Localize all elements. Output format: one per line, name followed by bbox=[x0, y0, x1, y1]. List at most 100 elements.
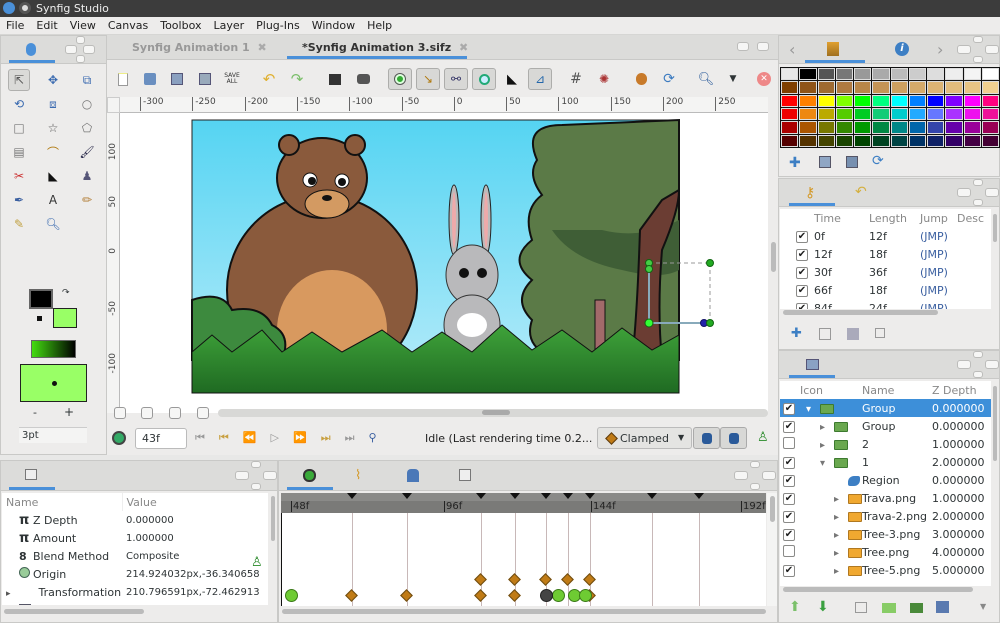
palette-swatch[interactable] bbox=[945, 94, 963, 107]
width-decrease-button[interactable]: - bbox=[33, 406, 37, 419]
chevron-left-icon[interactable]: ‹ bbox=[789, 40, 795, 59]
save-palette-button[interactable] bbox=[846, 156, 858, 168]
duplicate-layer-button[interactable] bbox=[855, 602, 867, 613]
keyframe-jump-link[interactable]: (JMP) bbox=[920, 245, 957, 263]
polygon-tool-button[interactable]: ⬠ bbox=[76, 117, 98, 139]
save-all-button[interactable]: SAVE ALL bbox=[220, 68, 244, 90]
toggle-onion-button[interactable]: ◣ bbox=[500, 68, 524, 90]
palette-swatch[interactable] bbox=[981, 107, 999, 121]
layer-name[interactable]: Tree-3.png bbox=[862, 525, 932, 543]
waypoint[interactable] bbox=[474, 589, 487, 602]
future-keyframes-lock-button[interactable] bbox=[720, 427, 747, 449]
menu-help[interactable]: Help bbox=[361, 17, 398, 35]
palette-swatch[interactable] bbox=[908, 107, 926, 121]
expander-open-icon[interactable]: ▾ bbox=[820, 458, 834, 469]
palette-swatch[interactable] bbox=[799, 68, 817, 81]
palette-swatch[interactable] bbox=[908, 94, 926, 107]
timetrack-area[interactable] bbox=[281, 513, 766, 606]
palette-swatch[interactable] bbox=[835, 94, 853, 107]
tab-synfig-animation-1[interactable]: Synfig Animation 1 ✖ bbox=[132, 35, 267, 60]
dock-handle[interactable] bbox=[235, 461, 277, 490]
reset-colors-icon[interactable] bbox=[37, 316, 42, 321]
palette-swatch[interactable] bbox=[854, 107, 872, 121]
keyframe-active-checkbox[interactable]: ✔ bbox=[796, 249, 808, 261]
stop-render-button[interactable]: ✕ bbox=[752, 68, 776, 90]
keyframes-tab-icon[interactable]: ⚷ bbox=[805, 185, 815, 201]
palette-swatch[interactable] bbox=[799, 107, 817, 121]
palette-swatch[interactable] bbox=[963, 94, 981, 107]
layer-row[interactable]: ✔ Region 0.000000 bbox=[780, 471, 991, 489]
dock-handle[interactable] bbox=[957, 179, 999, 207]
layer-name[interactable]: 1 bbox=[862, 453, 932, 471]
zoom-fit-button[interactable] bbox=[169, 407, 181, 419]
palette-swatch[interactable] bbox=[781, 121, 799, 134]
toggle-width-ducks-button[interactable] bbox=[472, 68, 496, 90]
layer-row[interactable]: ✔ ▸ Tree-3.png 3.000000 bbox=[780, 525, 991, 543]
menu-edit[interactable]: Edit bbox=[30, 17, 63, 35]
layer-row[interactable]: ✔ ▾ 1 2.000000 bbox=[780, 453, 991, 471]
save-as-button[interactable] bbox=[193, 68, 217, 90]
expander-closed-icon[interactable]: ▸ bbox=[6, 589, 11, 599]
palette-swatch[interactable] bbox=[854, 81, 872, 94]
palette-swatch[interactable] bbox=[799, 121, 817, 134]
palette-swatch[interactable] bbox=[835, 121, 853, 134]
palette-swatch[interactable] bbox=[835, 134, 853, 147]
keyframe-active-checkbox[interactable]: ✔ bbox=[796, 285, 808, 297]
add-color-button[interactable]: ✚ bbox=[789, 155, 801, 171]
keyframe-row[interactable]: ✔ 12f 18f (JMP) bbox=[780, 245, 991, 263]
add-keyframe-button[interactable]: ✚ bbox=[791, 326, 802, 341]
gradient-tool-button[interactable]: ▤ bbox=[8, 141, 30, 163]
canvas-vscrollbar[interactable] bbox=[768, 97, 778, 413]
spline-tool-button[interactable]: ⌒ bbox=[42, 141, 64, 163]
params-tab-icon[interactable] bbox=[25, 469, 37, 480]
fill-tool-button[interactable]: 🖌︎ bbox=[76, 141, 98, 163]
palette-swatch[interactable] bbox=[981, 134, 999, 147]
palette-swatch[interactable] bbox=[817, 68, 835, 81]
waypoint[interactable] bbox=[583, 573, 596, 586]
keyframe-jump-link[interactable]: (JMP) bbox=[920, 263, 957, 281]
brush-tool-button[interactable]: ✎ bbox=[8, 213, 30, 235]
cutout-tool-button[interactable]: ✂ bbox=[8, 165, 30, 187]
timetrack-vscrollbar[interactable] bbox=[767, 493, 777, 606]
import-palette-button[interactable] bbox=[819, 156, 831, 168]
layer-row[interactable]: ✔ ▾ Group 0.000000 bbox=[780, 399, 991, 417]
dock-handle[interactable] bbox=[734, 461, 776, 490]
expander-closed-icon[interactable]: ▸ bbox=[834, 494, 848, 505]
palette-swatch[interactable] bbox=[854, 68, 872, 81]
palette-swatch[interactable] bbox=[781, 81, 799, 94]
waypoint[interactable] bbox=[508, 573, 521, 586]
toggle-low-res-button[interactable] bbox=[629, 68, 653, 90]
palette-swatch[interactable] bbox=[890, 107, 908, 121]
menu-layer[interactable]: Layer bbox=[207, 17, 250, 35]
keyframe-marker[interactable] bbox=[347, 493, 357, 499]
layer-row[interactable]: ▸ 2 1.000000 bbox=[780, 435, 991, 453]
palette-swatch[interactable] bbox=[799, 81, 817, 94]
layer-name[interactable]: 2 bbox=[862, 435, 932, 453]
layer-visibility-checkbox[interactable] bbox=[783, 544, 795, 557]
layer-row[interactable]: ▸ Tree.png 4.000000 bbox=[780, 543, 991, 561]
show-grid-button[interactable]: # bbox=[564, 68, 588, 90]
waypoint[interactable] bbox=[539, 573, 552, 586]
layer-visibility-checkbox[interactable]: ✔ bbox=[783, 529, 795, 541]
param-row[interactable]: 8 Blend Method Composite bbox=[2, 547, 268, 565]
seek-begin-button[interactable]: ⏮ bbox=[195, 431, 219, 444]
palette-swatch[interactable] bbox=[927, 121, 945, 134]
scroll-thumb[interactable] bbox=[482, 410, 510, 415]
params-hscrollbar[interactable] bbox=[4, 609, 144, 614]
waypoint-mixed[interactable] bbox=[540, 589, 553, 602]
circle-tool-button[interactable]: ○ bbox=[76, 93, 98, 115]
mirror-tool-button[interactable]: ⧈ bbox=[42, 93, 64, 115]
history-tab-icon[interactable]: ↶ bbox=[855, 184, 867, 200]
seek-end-button[interactable]: ⏭ bbox=[345, 431, 369, 444]
param-row[interactable]: Canvas <Group> bbox=[2, 601, 268, 605]
palette-swatch[interactable] bbox=[872, 121, 890, 134]
time-ruler[interactable]: 48f 96f 144f 192f bbox=[281, 493, 766, 513]
layer-name[interactable]: Group bbox=[862, 399, 932, 417]
toggle-tangent-ducks-button[interactable]: ↘ bbox=[416, 68, 440, 90]
waypoint[interactable] bbox=[561, 573, 574, 586]
play-button[interactable]: ▷ bbox=[271, 431, 293, 444]
palette-swatch[interactable] bbox=[890, 121, 908, 134]
palette-swatch[interactable] bbox=[890, 94, 908, 107]
param-value[interactable]: <Group> bbox=[122, 601, 268, 606]
layer-row[interactable]: ✔ ▸ Trava.png 1.000000 bbox=[780, 489, 991, 507]
